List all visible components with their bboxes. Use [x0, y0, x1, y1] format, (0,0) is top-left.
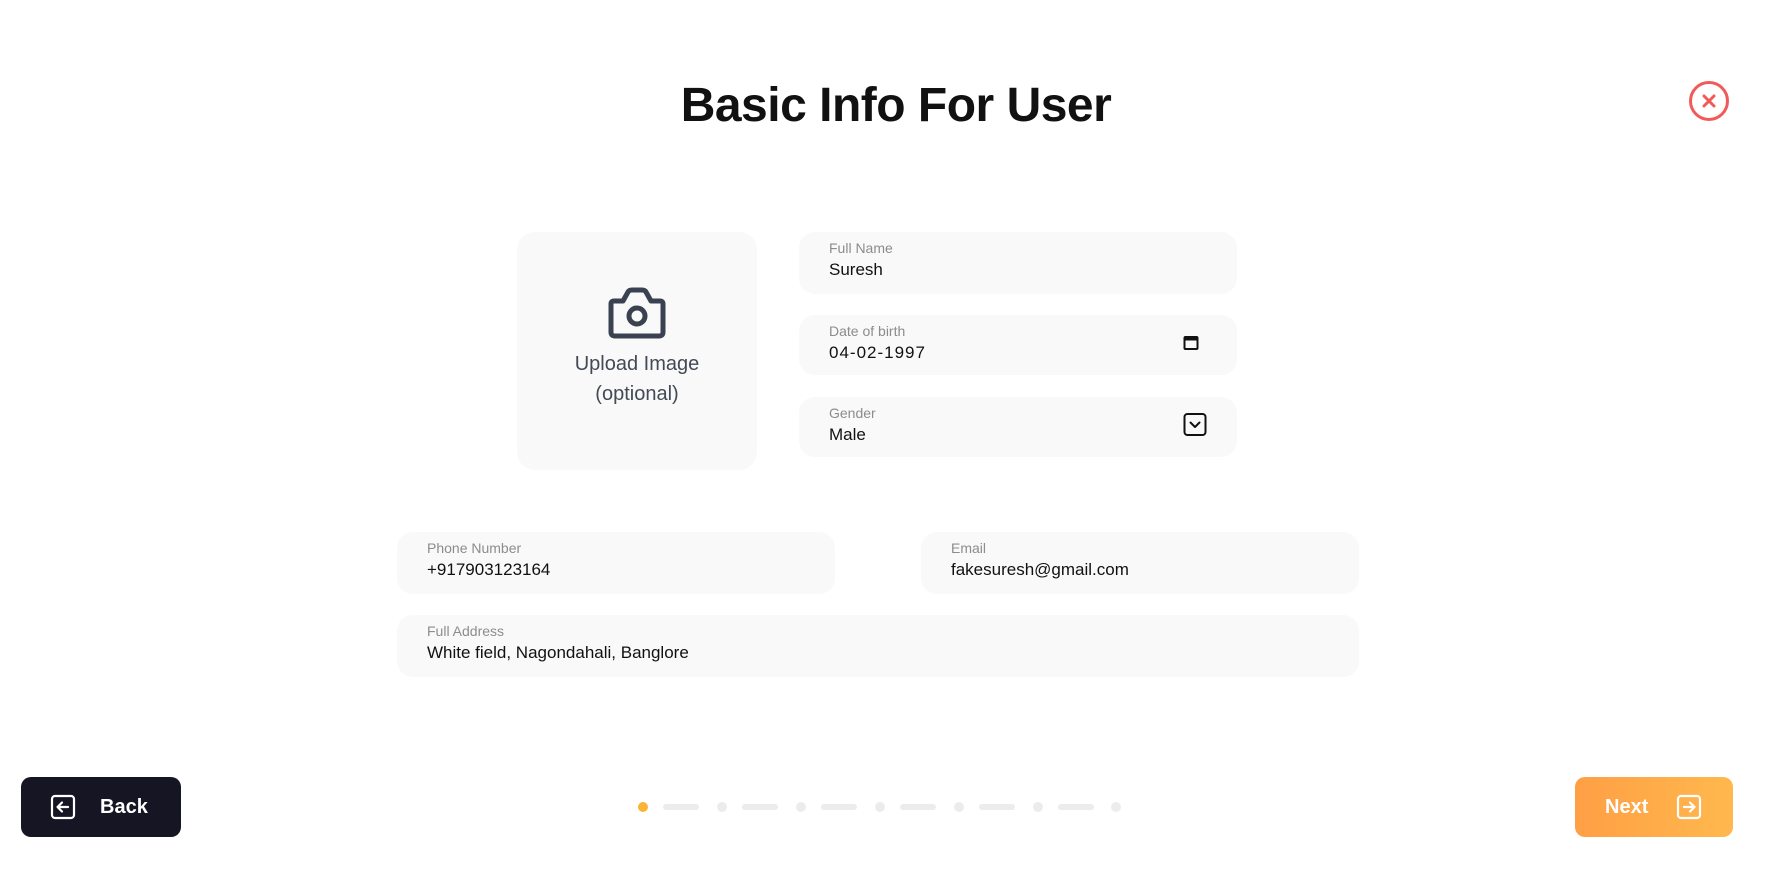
full-name-field[interactable]: Full Name Suresh [799, 232, 1237, 294]
step-connector [900, 804, 936, 810]
phone-number-label: Phone Number [427, 540, 522, 556]
step-connector [1058, 804, 1094, 810]
step-dot-7 [1111, 802, 1121, 812]
step-connector [979, 804, 1015, 810]
camera-icon [608, 287, 666, 339]
step-connector [663, 804, 699, 810]
upload-image-dropzone[interactable]: Upload Image (optional) [517, 232, 757, 470]
step-dot-3 [796, 802, 806, 812]
next-button[interactable]: Next [1575, 777, 1733, 837]
email-value[interactable]: fakesuresh@gmail.com [951, 558, 1359, 582]
email-label: Email [951, 540, 987, 556]
step-dot-4 [875, 802, 885, 812]
step-connector [742, 804, 778, 810]
full-name-value[interactable]: Suresh [829, 258, 1237, 282]
phone-number-field[interactable]: Phone Number +917903123164 [397, 532, 835, 594]
date-of-birth-value[interactable]: 04-02-1997 [829, 341, 1237, 365]
full-name-label: Full Name [829, 240, 893, 256]
full-address-field[interactable]: Full Address White field, Nagondahali, B… [397, 615, 1359, 677]
gender-select[interactable]: Gender Male [799, 397, 1237, 457]
step-dot-1 [638, 802, 648, 812]
arrow-right-icon [1677, 794, 1702, 820]
date-of-birth-field[interactable]: Date of birth 04-02-1997 [799, 315, 1237, 375]
calendar-icon[interactable] [1183, 335, 1199, 356]
email-field[interactable]: Email fakesuresh@gmail.com [921, 532, 1359, 594]
gender-value[interactable]: Male [829, 423, 1237, 447]
step-connector [821, 804, 857, 810]
upload-label: Upload Image (optional) [575, 349, 700, 409]
upload-label-line1: Upload Image [574, 353, 700, 375]
page-title: Basic Info For User [680, 79, 1112, 132]
step-dot-5 [954, 802, 964, 812]
step-dot-6 [1033, 802, 1043, 812]
close-icon [1702, 94, 1716, 108]
basic-info-page: Basic Info For User Upload Image (option… [0, 0, 1768, 883]
gender-label: Gender [829, 405, 876, 421]
full-address-label: Full Address [427, 623, 505, 639]
chevron-down-icon[interactable] [1183, 413, 1207, 442]
step-dot-2 [717, 802, 727, 812]
phone-number-value[interactable]: +917903123164 [427, 558, 835, 582]
date-of-birth-label: Date of birth [829, 323, 906, 339]
upload-label-line2: (optional) [595, 383, 679, 405]
full-address-value[interactable]: White field, Nagondahali, Banglore [427, 641, 1359, 665]
close-button[interactable] [1689, 81, 1729, 121]
progress-stepper [0, 801, 1768, 813]
next-button-label: Next [1605, 795, 1649, 818]
